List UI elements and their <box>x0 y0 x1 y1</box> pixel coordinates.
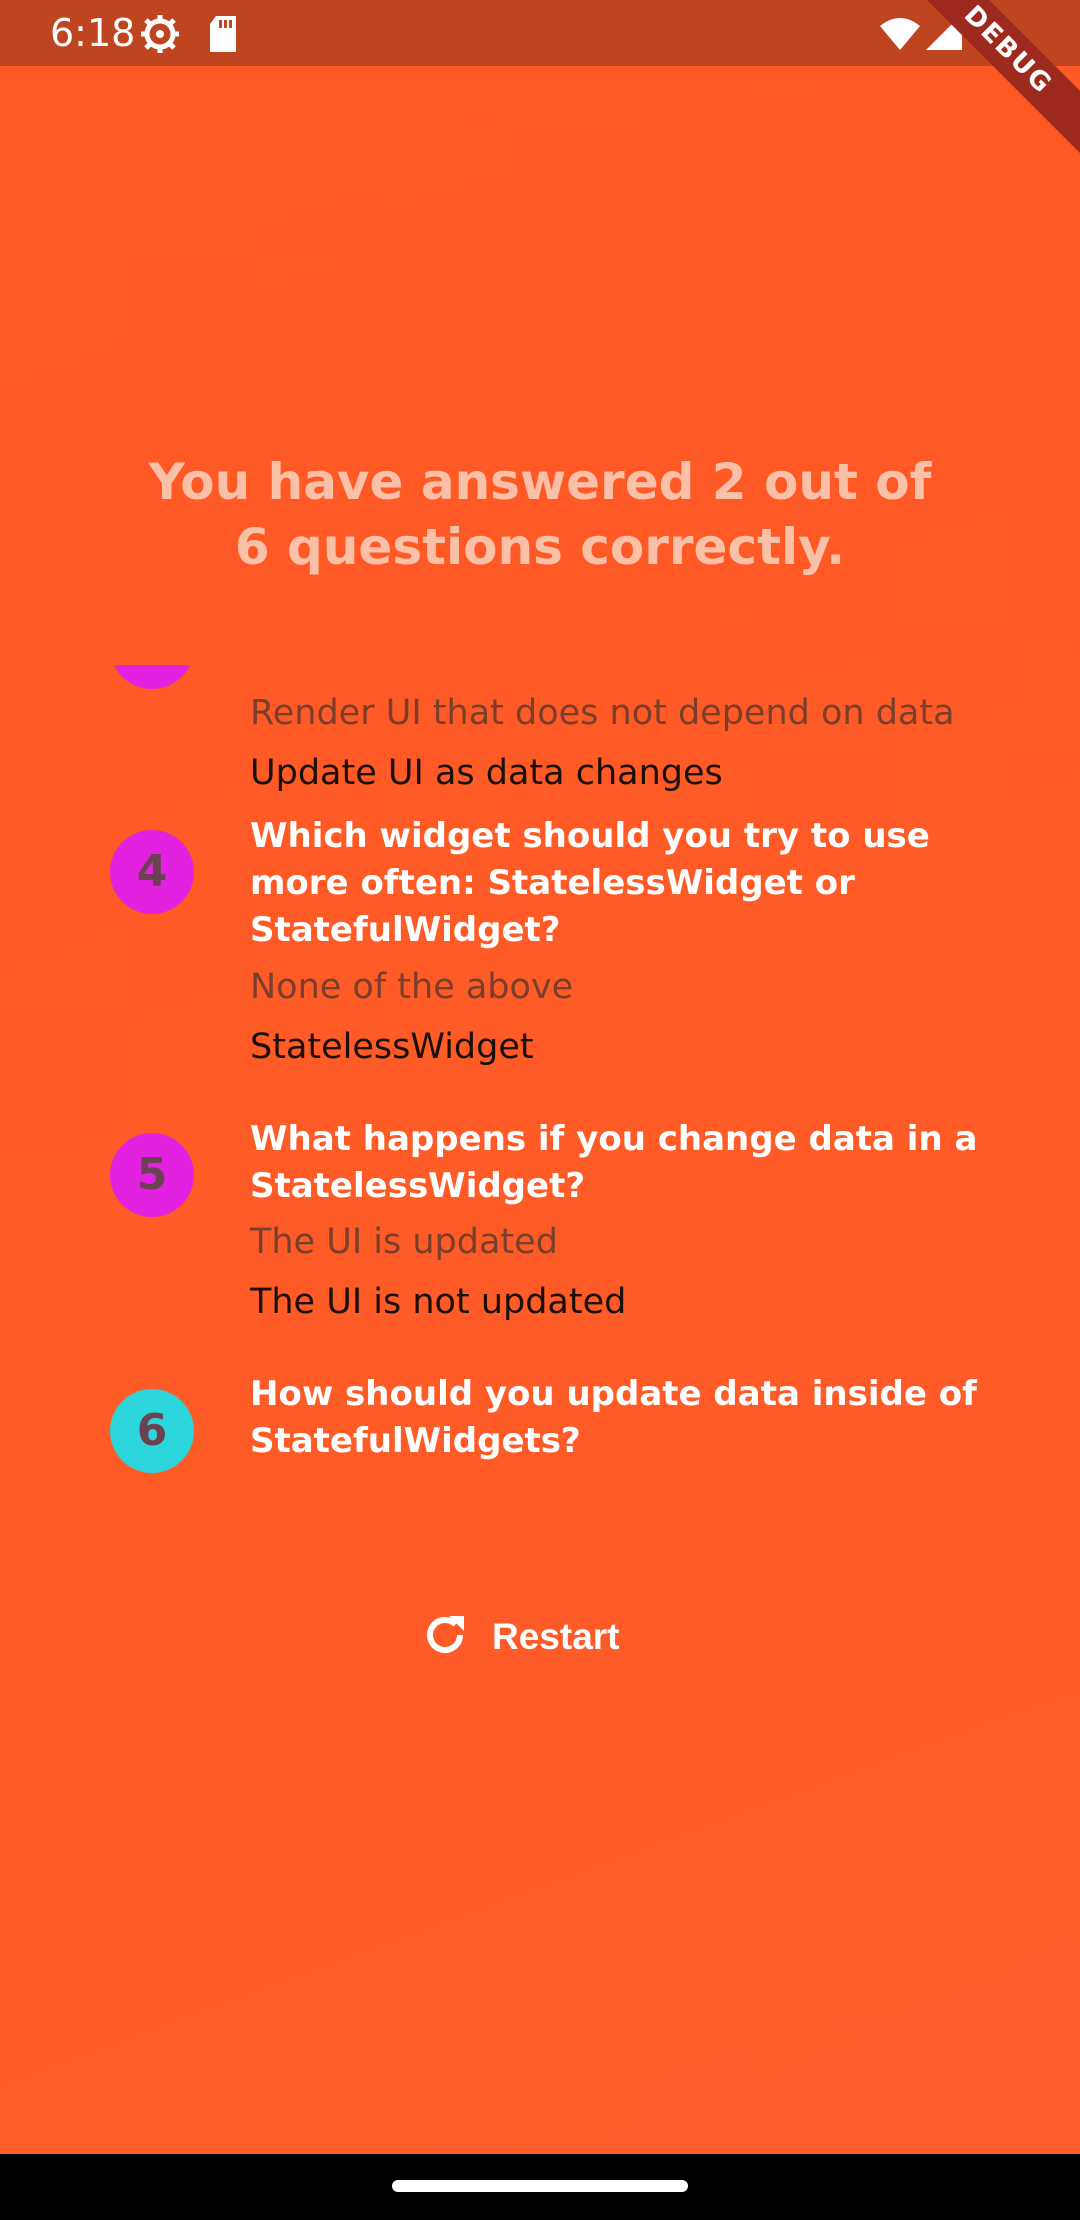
quiz-results-screen: 6:18 DEBUG You have answered 2 out of 6 … <box>0 0 1080 2220</box>
question-text: How should you update data inside of Sta… <box>250 1374 977 1461</box>
settings-icon <box>140 14 180 59</box>
user-answer: Render UI that does not depend on data <box>250 693 955 733</box>
question-index-badge: 6 <box>110 1389 194 1473</box>
wifi-icon <box>880 16 920 55</box>
refresh-icon <box>420 1610 492 1665</box>
correct-answer: StatelessWidget <box>250 1027 534 1067</box>
home-gesture-handle[interactable] <box>392 2180 688 2192</box>
result-title: You have answered 2 out of 6 questions c… <box>148 453 932 576</box>
user-answer: None of the above <box>250 967 574 1007</box>
correct-answer: Update UI as data changes <box>250 753 723 793</box>
question-index-badge: 5 <box>110 1133 194 1217</box>
summary-item-6: 6 How should you update data inside of S… <box>0 1371 1080 1491</box>
question-index-badge: 3 <box>110 665 194 689</box>
summary-item-4: 4 Which widget should you try to use mor… <box>0 813 1080 1073</box>
status-bar: 6:18 <box>0 0 1080 66</box>
summary-item-5: 5 What happens if you change data in a S… <box>0 1116 1080 1336</box>
question-text: Which widget should you try to use more … <box>250 816 930 950</box>
restart-label: Restart <box>492 1616 620 1657</box>
sd-card-icon <box>208 16 238 57</box>
status-time: 6:18 <box>50 11 136 55</box>
question-index-badge: 4 <box>110 830 194 914</box>
navigation-bar <box>0 2154 1080 2220</box>
summary-item-3: 3 Render UI that does not depend on data… <box>0 665 1080 825</box>
answers-summary-list[interactable]: 3 Render UI that does not depend on data… <box>0 665 1080 1500</box>
question-text: What happens if you change data in a Sta… <box>250 1119 978 1206</box>
user-answer: The UI is updated <box>250 1222 558 1262</box>
correct-answer: The UI is not updated <box>250 1282 627 1322</box>
restart-button[interactable]: Restart <box>420 1600 660 1674</box>
